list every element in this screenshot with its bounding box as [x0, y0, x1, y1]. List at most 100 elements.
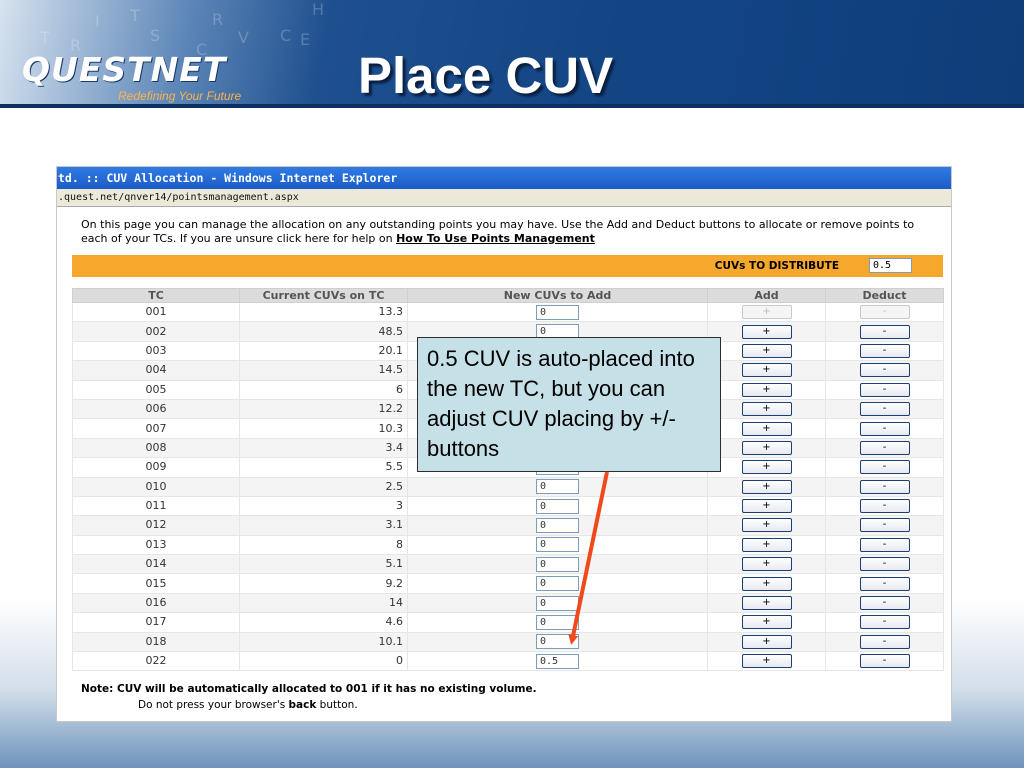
- deduct-button[interactable]: -: [859, 654, 910, 669]
- tc-cell: 003: [72, 340, 240, 362]
- deduct-button[interactable]: -: [859, 479, 910, 494]
- add-button[interactable]: +: [741, 421, 792, 436]
- add-button[interactable]: +: [741, 479, 792, 494]
- note-back-button: Do not press your browser's back button.: [81, 697, 537, 713]
- deduct-cell: -: [825, 592, 944, 614]
- tc-cell: 012: [72, 515, 240, 536]
- deduct-button[interactable]: -: [859, 615, 910, 630]
- deduct-button[interactable]: -: [859, 382, 910, 397]
- add-button[interactable]: +: [741, 305, 792, 320]
- tc-cell: 004: [72, 360, 240, 381]
- new-cuv-input[interactable]: 0: [536, 614, 579, 630]
- deduct-button[interactable]: -: [859, 634, 910, 649]
- slide-header: T R I T S R V C E H C QUESTNET Redefinin…: [0, 0, 1024, 108]
- deduct-cell: -: [825, 573, 944, 594]
- new-cuv-cell: 0: [407, 495, 708, 517]
- add-button[interactable]: +: [741, 382, 792, 397]
- note-text-post: button.: [316, 699, 358, 711]
- add-button[interactable]: +: [741, 440, 792, 455]
- tc-cell: 014: [72, 554, 240, 575]
- add-cell: +: [707, 301, 826, 323]
- deduct-button[interactable]: -: [859, 343, 910, 358]
- deduct-cell: -: [825, 554, 944, 575]
- add-button[interactable]: +: [741, 537, 792, 552]
- deduct-button[interactable]: -: [859, 305, 910, 320]
- deduct-cell: -: [825, 612, 944, 633]
- current-cuv-cell: 9.2: [239, 573, 408, 594]
- tc-cell: 009: [72, 457, 240, 478]
- deduct-cell: -: [825, 534, 944, 556]
- add-button[interactable]: +: [741, 499, 792, 514]
- new-cuv-input[interactable]: 0: [536, 556, 579, 572]
- new-cuv-input[interactable]: 0: [536, 517, 579, 533]
- logo-wordmark: QUESTNET: [22, 50, 227, 89]
- deduct-button[interactable]: -: [859, 518, 910, 533]
- deduct-button[interactable]: -: [859, 596, 910, 611]
- current-cuv-cell: 3.4: [239, 437, 408, 459]
- table-row: 015 9.2 0 + -: [72, 573, 944, 594]
- table-row: 014 5.1 0 + -: [72, 554, 944, 575]
- deduct-cell: -: [825, 457, 944, 478]
- new-cuv-input[interactable]: 0: [536, 595, 579, 611]
- add-button[interactable]: +: [741, 557, 792, 572]
- new-cuv-input[interactable]: 0: [536, 537, 579, 553]
- add-button[interactable]: +: [741, 343, 792, 358]
- cuvs-to-distribute-field[interactable]: 0.5: [869, 258, 912, 273]
- add-button[interactable]: +: [741, 596, 792, 611]
- deduct-cell: -: [825, 418, 944, 439]
- current-cuv-cell: 20.1: [239, 340, 408, 362]
- deduct-button[interactable]: -: [859, 402, 910, 417]
- new-cuv-cell: 0: [407, 515, 708, 536]
- add-cell: +: [707, 631, 826, 653]
- window-titlebar: td. :: CUV Allocation - Windows Internet…: [57, 167, 951, 189]
- deduct-button[interactable]: -: [859, 421, 910, 436]
- deduct-button[interactable]: -: [859, 324, 910, 339]
- add-cell: +: [707, 515, 826, 536]
- current-cuv-cell: 10.3: [239, 418, 408, 439]
- deduct-button[interactable]: -: [859, 557, 910, 572]
- new-cuv-input[interactable]: 0.5: [536, 653, 579, 669]
- add-cell: +: [707, 592, 826, 614]
- add-button[interactable]: +: [741, 634, 792, 649]
- deduct-button[interactable]: -: [859, 460, 910, 475]
- add-button[interactable]: +: [741, 324, 792, 339]
- tc-cell: 018: [72, 631, 240, 653]
- column-header-new: New CUVs to Add: [407, 288, 708, 303]
- new-cuv-cell: 0: [407, 476, 708, 497]
- help-link[interactable]: How To Use Points Management: [396, 232, 595, 245]
- deduct-button[interactable]: -: [859, 537, 910, 552]
- table-row: 012 3.1 0 + -: [72, 515, 944, 536]
- add-cell: +: [707, 554, 826, 575]
- add-button[interactable]: +: [741, 615, 792, 630]
- deduct-button[interactable]: -: [859, 363, 910, 378]
- table-row: 022 0 0.5 + -: [72, 651, 944, 672]
- tc-cell: 015: [72, 573, 240, 594]
- current-cuv-cell: 4.6: [239, 612, 408, 633]
- new-cuv-input[interactable]: 0: [536, 498, 579, 514]
- address-bar[interactable]: .quest.net/qnver14/pointsmanagement.aspx: [57, 189, 951, 207]
- current-cuv-cell: 2.5: [239, 476, 408, 497]
- deduct-button[interactable]: -: [859, 576, 910, 591]
- add-button[interactable]: +: [741, 654, 792, 669]
- add-button[interactable]: +: [741, 518, 792, 533]
- add-button[interactable]: +: [741, 363, 792, 378]
- tc-cell: 007: [72, 418, 240, 439]
- current-cuv-cell: 14: [239, 592, 408, 614]
- new-cuv-cell: 0: [407, 554, 708, 575]
- current-cuv-cell: 5.5: [239, 457, 408, 478]
- add-button[interactable]: +: [741, 576, 792, 591]
- logo-tagline: Redefining Your Future: [118, 89, 242, 103]
- new-cuv-input[interactable]: 0: [536, 304, 579, 320]
- deduct-button[interactable]: -: [859, 499, 910, 514]
- cuvs-to-distribute-label: CUVs TO DISTRIBUTE: [714, 260, 839, 272]
- add-button[interactable]: +: [741, 402, 792, 417]
- table-row: 011 3 0 + -: [72, 495, 944, 517]
- deduct-button[interactable]: -: [859, 440, 910, 455]
- new-cuv-input[interactable]: 0: [536, 576, 579, 592]
- current-cuv-cell: 10.1: [239, 631, 408, 653]
- tc-cell: 022: [72, 651, 240, 672]
- add-button[interactable]: +: [741, 460, 792, 475]
- deduct-cell: -: [825, 340, 944, 362]
- new-cuv-input[interactable]: 0: [536, 634, 579, 650]
- new-cuv-input[interactable]: 0: [536, 479, 579, 495]
